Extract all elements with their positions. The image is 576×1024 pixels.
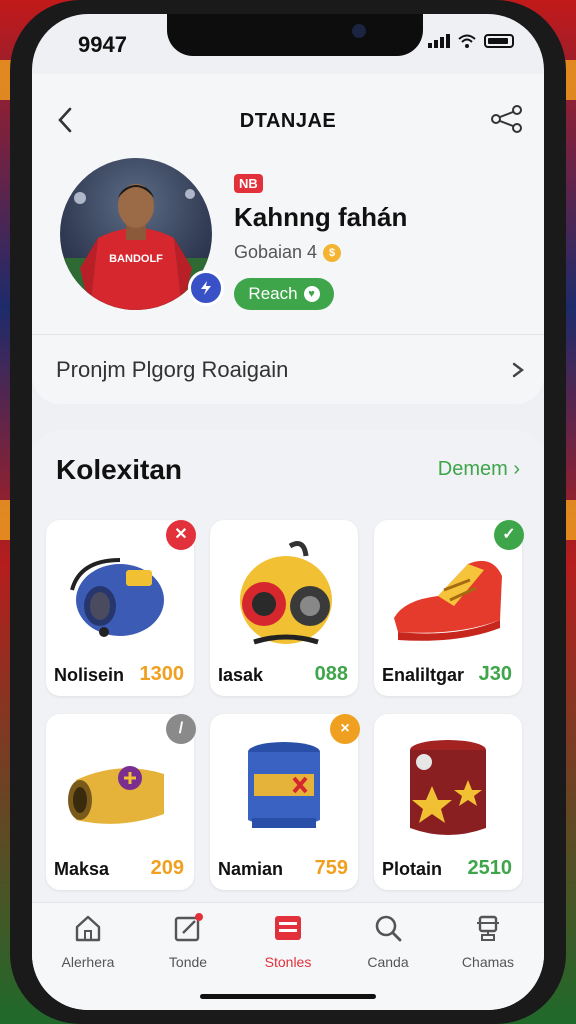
collection-title: Kolexitan: [56, 454, 183, 485]
item-name: Enaliltgar: [382, 665, 465, 685]
item-value: 209: [150, 857, 184, 879]
collection-item[interactable]: Plotain 2510: [374, 714, 522, 890]
boot-icon: [394, 560, 502, 641]
vest-icon: [248, 742, 320, 828]
tab-canda[interactable]: Canda: [338, 913, 438, 970]
chevron-right-icon: ›: [513, 458, 520, 480]
front-camera: [352, 24, 366, 38]
status-icons: [428, 34, 514, 48]
tab-chamas-label: Chamas: [461, 954, 515, 970]
item-name: Plotain: [382, 859, 443, 879]
status-time: 9947: [78, 32, 127, 57]
tab-tonde-label: Tonde: [168, 954, 208, 970]
armband-icon: [70, 558, 164, 637]
tab-tonde[interactable]: Tonde: [138, 913, 238, 970]
tab-chamas[interactable]: Chamas: [438, 913, 538, 970]
collection-more-label: Demem: [437, 458, 508, 480]
item-name: Namian: [218, 859, 284, 879]
collection-item[interactable]: Iasak 088: [210, 520, 358, 696]
lightning-icon: [201, 281, 211, 295]
player-tag-badge: NB: [234, 174, 263, 193]
player-subtitle-text: Gobaian 4: [234, 242, 318, 262]
home-icon: [75, 915, 101, 942]
item-value: 2510: [467, 857, 513, 879]
wifi-icon: [458, 34, 476, 48]
star-box-icon: [410, 740, 486, 835]
item-value: 088: [314, 663, 348, 685]
player-name: Kahnng fahán: [234, 202, 408, 232]
item-value: 1300: [139, 663, 185, 685]
divider: [32, 334, 544, 335]
notch: [167, 14, 423, 56]
tab-canda-label: Canda: [367, 954, 409, 970]
coin-icon: $: [323, 243, 342, 262]
collection-item[interactable]: ✕ Nolisein 1300: [46, 520, 196, 696]
app-screen: 9947 DTANJAE BANDOLF NB Kahnng fahán Gob…: [32, 14, 544, 1010]
collection-item[interactable]: / Maksa 209: [46, 714, 196, 890]
item-name: Maksa: [54, 859, 110, 879]
collection-item[interactable]: ✓ Enaliltgar J30: [374, 520, 524, 696]
reach-button-label: Reach: [248, 284, 298, 303]
battery-icon: [484, 34, 514, 48]
program-row[interactable]: Pronjm Plgorg Roaigain: [56, 354, 526, 386]
item-name: Nolisein: [54, 665, 125, 685]
helmet-icon: [240, 541, 332, 645]
verified-badge-icon: [188, 270, 224, 306]
tab-stonles-label: Stonles: [264, 954, 312, 970]
item-value: J30: [478, 663, 512, 685]
chevron-right-icon: [512, 362, 524, 378]
phone-frame: 9947 DTANJAE BANDOLF NB Kahnng fahán Gob…: [10, 0, 566, 1024]
band-icon: [68, 766, 164, 824]
collection-more-link[interactable]: Demem ›: [438, 458, 520, 481]
edit-icon: [174, 913, 203, 942]
signal-icon: [428, 34, 450, 48]
jersey-text: BANDOLF: [109, 253, 163, 265]
item-name: Iasak: [218, 665, 264, 685]
reach-button[interactable]: Reach ♥: [234, 278, 334, 310]
collection-item[interactable]: × Namian 759: [210, 714, 360, 890]
program-row-label: Pronjm Plgorg Roaigain: [56, 357, 289, 382]
tab-home-label: Alerhera: [61, 954, 115, 970]
heart-icon: ♥: [303, 286, 320, 302]
share-button[interactable]: [490, 104, 524, 134]
player-subtitle: Gobaian 4 $: [234, 242, 342, 263]
cards-icon: [275, 916, 301, 940]
tab-stonles[interactable]: Stonles: [238, 913, 338, 970]
page-title: DTANJAE: [239, 110, 337, 132]
trophy-icon: [477, 915, 499, 941]
item-value: 759: [314, 857, 348, 879]
search-icon: [375, 915, 402, 942]
home-indicator[interactable]: [200, 994, 376, 999]
profile-card: DTANJAE BANDOLF NB Kahnng fahán Gobaian …: [32, 74, 544, 404]
tab-home[interactable]: Alerhera: [38, 913, 138, 970]
